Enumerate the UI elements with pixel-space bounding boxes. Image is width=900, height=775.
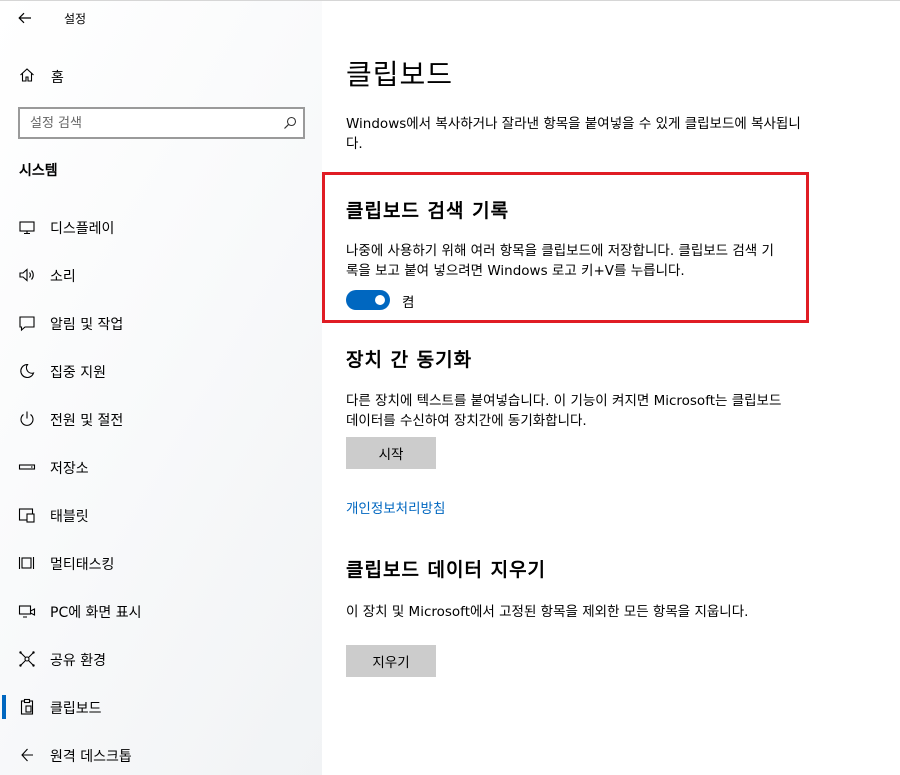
clipboard-history-toggle[interactable]	[346, 290, 390, 310]
tablet-icon	[18, 508, 35, 523]
sidebar-item-clipboard[interactable]: 클립보드	[0, 687, 322, 727]
toggle-knob	[375, 295, 385, 305]
sidebar-item-label: 공유 환경	[50, 653, 106, 669]
clipboard-icon	[20, 698, 34, 715]
sync-start-button[interactable]: 시작	[346, 437, 436, 469]
history-description: 나중에 사용하기 위해 여러 항목을 클립보드에 저장합니다. 클립보드 검색 …	[346, 243, 774, 279]
sidebar-item-shared-experiences[interactable]: 공유 환경	[0, 639, 322, 679]
back-arrow-icon	[18, 12, 31, 24]
share-icon	[19, 651, 35, 667]
back-button[interactable]	[8, 3, 42, 33]
notification-icon	[19, 316, 35, 332]
clear-description: 이 장치 및 Microsoft에서 고정된 항목을 제외한 모든 항목을 지웁…	[346, 604, 749, 620]
settings-window: 설정 홈 시스템 디스플레이	[0, 0, 900, 775]
section-heading-system: 시스템	[19, 163, 58, 179]
sidebar-item-display[interactable]: 디스플레이	[0, 207, 322, 247]
sidebar-item-tablet[interactable]: 태블릿	[0, 495, 322, 535]
toggle-state-label: 켬	[402, 295, 415, 311]
storage-icon	[18, 464, 36, 470]
app-title: 설정	[64, 12, 87, 26]
sidebar-item-label: 소리	[50, 269, 76, 285]
sidebar-item-label: 클립보드	[50, 701, 102, 717]
sidebar-item-label: 원격 데스크톱	[50, 749, 132, 765]
clear-button[interactable]: 지우기	[346, 645, 436, 677]
sidebar-item-label: 디스플레이	[50, 221, 115, 237]
sidebar-item-notifications[interactable]: 알림 및 작업	[0, 303, 322, 343]
sidebar-item-label: 알림 및 작업	[50, 317, 124, 333]
sidebar: 설정 홈 시스템 디스플레이	[0, 1, 322, 775]
sidebar-item-label: 태블릿	[50, 509, 89, 525]
project-icon	[18, 605, 36, 618]
title-bar: 설정	[0, 1, 322, 37]
sidebar-item-project-pc[interactable]: PC에 화면 표시	[0, 591, 322, 631]
sidebar-item-focus-assist[interactable]: 집중 지원	[0, 351, 322, 391]
intro-text: Windows에서 복사하거나 잘라낸 항목을 붙여넣을 수 있게 클립보드에 …	[346, 116, 801, 152]
search-input[interactable]	[20, 109, 275, 137]
sidebar-item-label: 저장소	[50, 461, 89, 477]
sidebar-item-sound[interactable]: 소리	[0, 255, 322, 295]
sidebar-item-label: 전원 및 절전	[50, 413, 124, 429]
home-icon	[20, 68, 34, 82]
sidebar-item-multitasking[interactable]: 멀티태스킹	[0, 543, 322, 583]
multitasking-icon	[18, 557, 35, 569]
history-section-title: 클립보드 검색 기록	[346, 200, 510, 222]
remote-desktop-icon	[21, 748, 33, 762]
privacy-link[interactable]: 개인정보처리방침	[346, 497, 445, 517]
speaker-icon	[19, 268, 34, 282]
sidebar-item-home[interactable]: 홈	[0, 57, 322, 93]
moon-icon	[20, 363, 35, 379]
home-label: 홈	[51, 70, 64, 86]
monitor-icon	[19, 221, 35, 235]
sync-section-title: 장치 간 동기화	[346, 349, 473, 371]
sidebar-item-label: PC에 화면 표시	[50, 605, 142, 621]
sidebar-item-power-sleep[interactable]: 전원 및 절전	[0, 399, 322, 439]
search-icon[interactable]	[283, 116, 297, 130]
sidebar-item-storage[interactable]: 저장소	[0, 447, 322, 487]
sync-description: 다른 장치에 텍스트를 붙여넣습니다. 이 기능이 켜지면 Microsoft는…	[346, 393, 782, 429]
main-content: 클립보드 Windows에서 복사하거나 잘라낸 항목을 붙여넣을 수 있게 클…	[322, 1, 900, 775]
page-title: 클립보드	[346, 58, 454, 91]
search-box	[18, 107, 305, 139]
clear-section-title: 클립보드 데이터 지우기	[346, 559, 547, 581]
sidebar-item-label: 집중 지원	[50, 365, 106, 381]
sidebar-item-remote-desktop[interactable]: 원격 데스크톱	[0, 735, 322, 775]
power-icon	[20, 411, 34, 426]
sidebar-item-label: 멀티태스킹	[50, 557, 115, 573]
